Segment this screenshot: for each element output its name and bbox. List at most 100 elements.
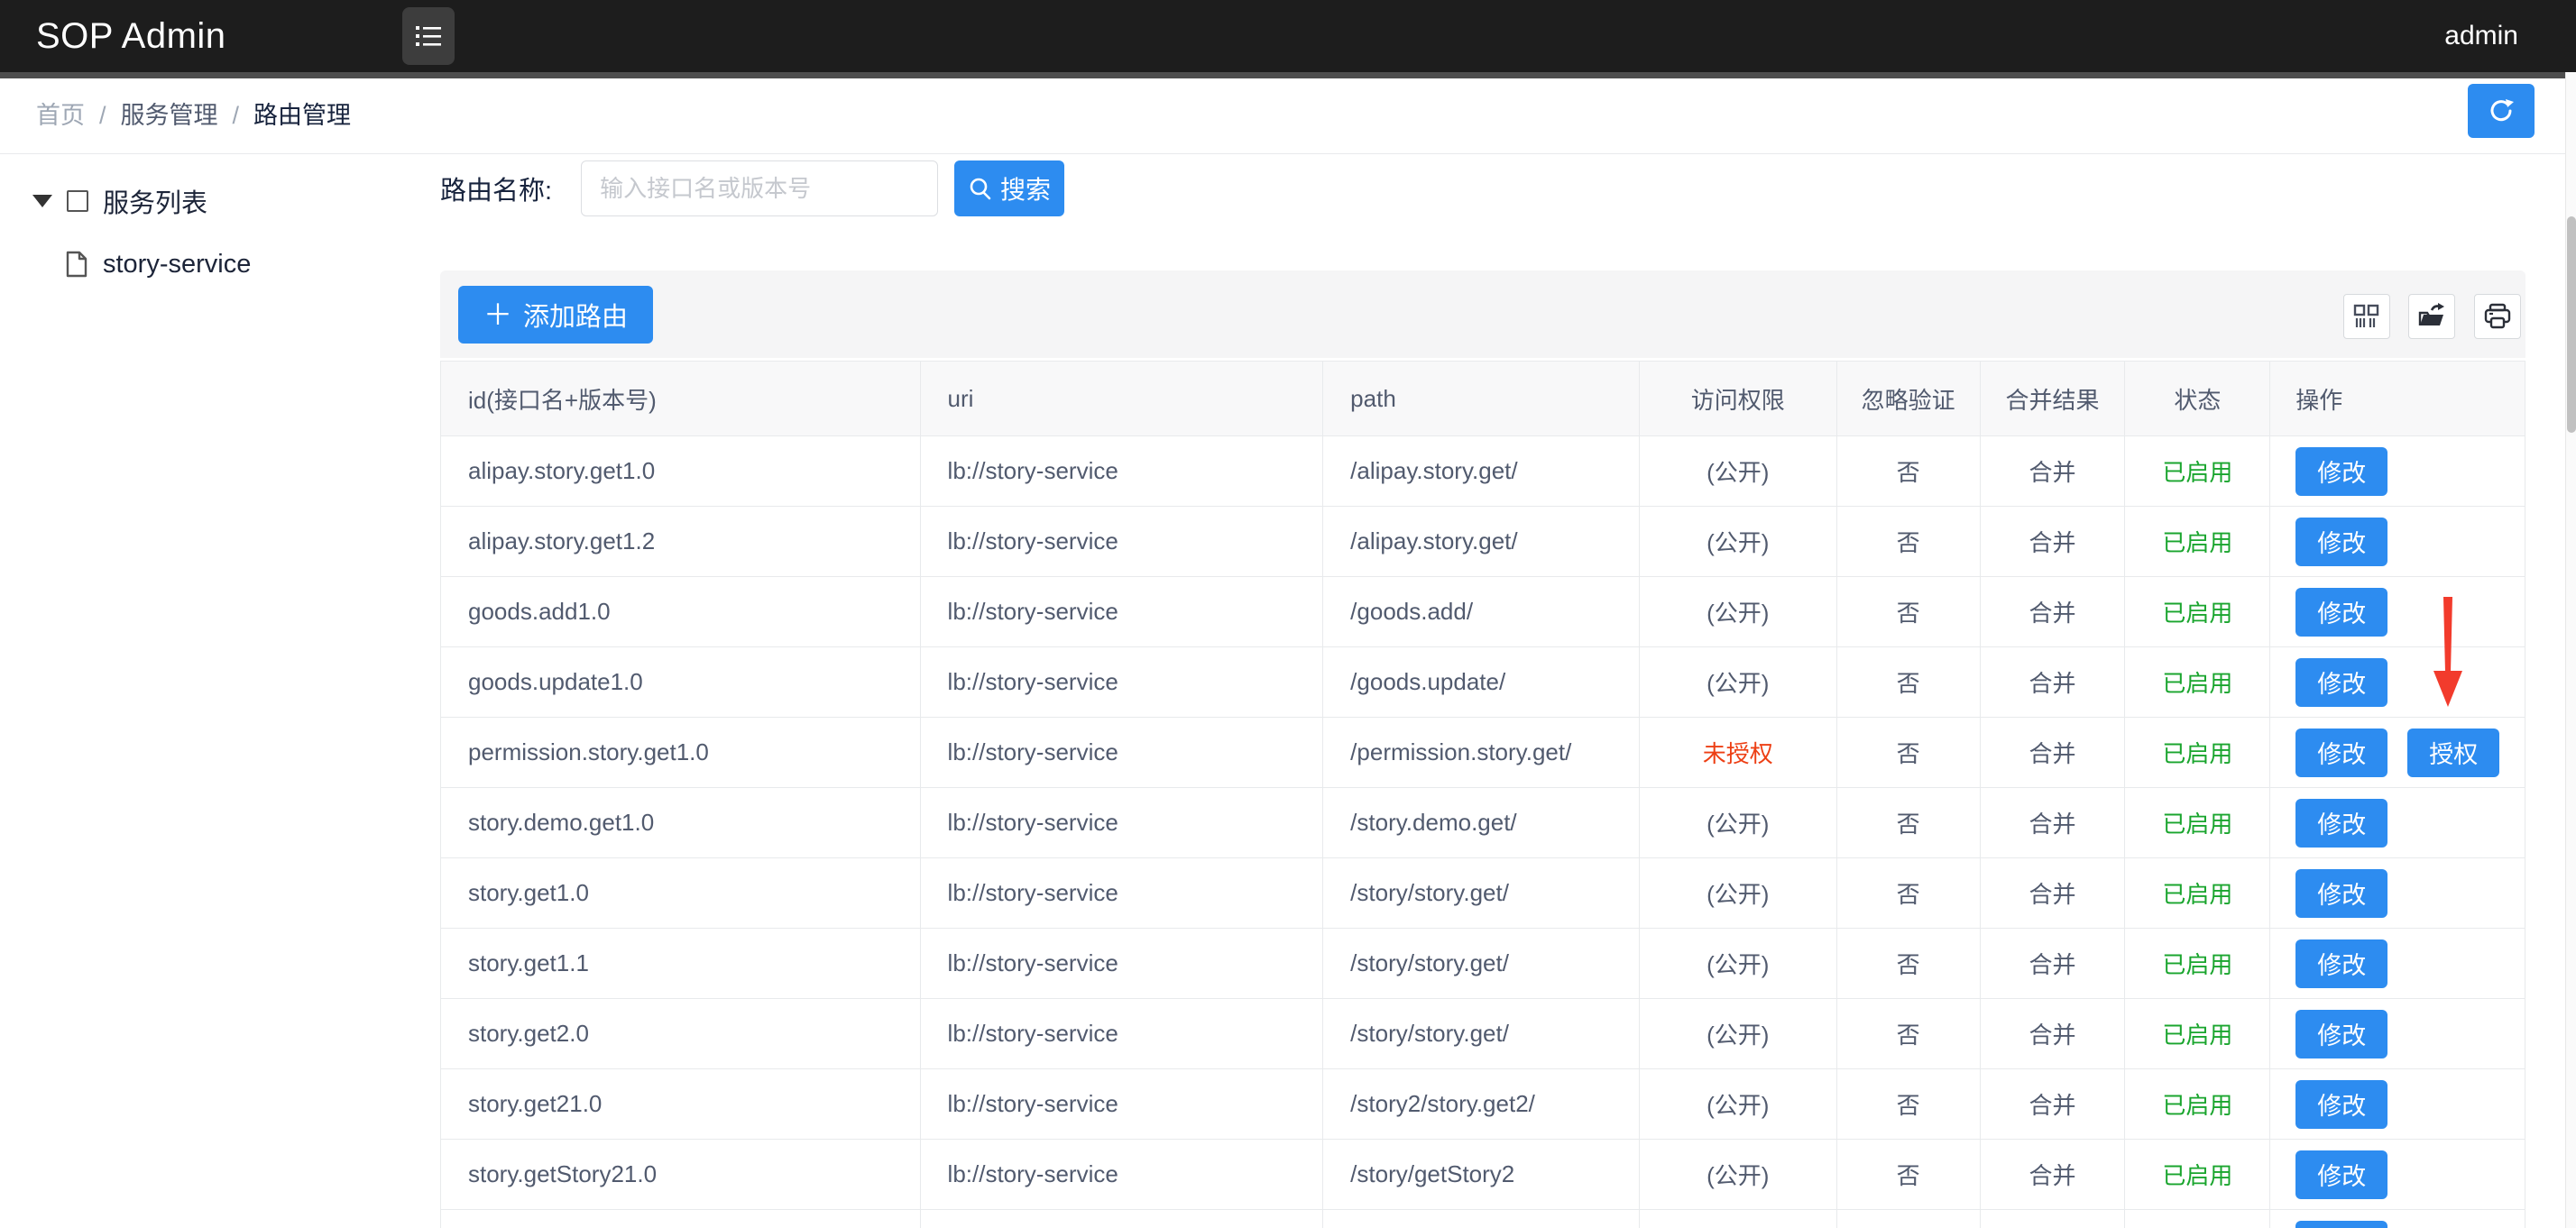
cell-uri: lb://story-service	[921, 1140, 1324, 1209]
cell-merge_result: 合并	[1981, 507, 2126, 576]
table-row: alipay.story.get1.2lb://story-service/al…	[441, 506, 2525, 576]
cell-ignore_validate: 否	[1837, 577, 1981, 646]
cell-id: story.getStory21.0	[441, 1140, 921, 1209]
cell-path: /story/getStory2	[1323, 1140, 1640, 1209]
cell-text-status: 已启用	[2162, 806, 2232, 839]
modify-button[interactable]: 修改	[2295, 1010, 2387, 1058]
print-icon	[2482, 301, 2513, 332]
cell-ignore_validate: 否	[1837, 1140, 1981, 1209]
route-name-input[interactable]	[581, 160, 938, 216]
cell-actions: 修改	[2270, 577, 2525, 646]
cell-uri: lb://story-service	[921, 507, 1324, 576]
cell-text-merge_result: 合并	[2029, 525, 2075, 558]
cell-status: 已启用	[2125, 647, 2270, 717]
search-button-label: 搜索	[1000, 170, 1051, 206]
modify-button[interactable]: 修改	[2295, 1221, 2387, 1228]
cell-text-id: story.get21.0	[468, 1090, 602, 1118]
cell-uri: lb://story-service	[921, 577, 1324, 646]
cell-text-status: 已启用	[2162, 595, 2232, 628]
cell-id: goods.add1.0	[441, 577, 921, 646]
cell-text-path: /goods.update/	[1350, 668, 1505, 696]
breadcrumb-home[interactable]: 首页	[36, 102, 85, 129]
cell-text-ignore_validate: 否	[1897, 1158, 1920, 1191]
modify-button[interactable]: 修改	[2295, 518, 2387, 566]
cell-text-status: 已启用	[2162, 947, 2232, 980]
cell-text-id: story.get1.0	[468, 879, 589, 907]
cell-status: 已启用	[2125, 507, 2270, 576]
table-row: story.demo.get1.0lb://story-service/stor…	[441, 787, 2525, 857]
breadcrumb-service-mgmt[interactable]: 服务管理	[121, 102, 218, 129]
cell-merge_result: 合并	[1981, 436, 2126, 506]
cell-text-id: story.get1.1	[468, 949, 589, 977]
cell-uri	[921, 1210, 1324, 1228]
tree-node-service-list[interactable]: 服务列表	[0, 176, 440, 226]
modify-button[interactable]: 修改	[2295, 1080, 2387, 1129]
cell-text-permission: (公开)	[1707, 947, 1769, 980]
cell-actions: 修改	[2270, 1069, 2525, 1139]
square-icon	[67, 190, 88, 212]
cell-uri: lb://story-service	[921, 999, 1324, 1068]
column-header-actions: 操作	[2270, 362, 2525, 435]
cell-text-id: goods.update1.0	[468, 668, 643, 696]
cell-text-path: /alipay.story.get/	[1350, 527, 1517, 555]
modify-button[interactable]: 修改	[2295, 1150, 2387, 1199]
modify-button[interactable]: 修改	[2295, 729, 2387, 777]
cell-text-uri: lb://story-service	[948, 879, 1118, 907]
cell-text-ignore_validate: 否	[1897, 665, 1920, 699]
cell-text-id: alipay.story.get1.0	[468, 457, 655, 485]
cell-status: 已启用	[2125, 929, 2270, 998]
cell-uri: lb://story-service	[921, 788, 1324, 857]
cell-actions: 修改	[2270, 1140, 2525, 1209]
print-button[interactable]	[2474, 294, 2521, 339]
cell-text-permission: (公开)	[1707, 1017, 1769, 1050]
cell-text-merge_result: 合并	[2029, 736, 2075, 769]
file-icon	[65, 251, 88, 278]
refresh-button[interactable]	[2468, 84, 2535, 138]
cell-text-merge_result: 合并	[2029, 1158, 2075, 1191]
cell-text-id: story.getStory21.0	[468, 1160, 657, 1188]
collapse-menu-button[interactable]	[402, 7, 455, 65]
scrollbar-thumb[interactable]	[2567, 216, 2576, 433]
tree-node-label: 服务列表	[103, 182, 207, 220]
cell-text-ignore_validate: 否	[1897, 1017, 1920, 1050]
modify-button[interactable]: 修改	[2295, 588, 2387, 637]
cell-text-merge_result: 合并	[2029, 665, 2075, 699]
cell-id: story.demo.get1.0	[441, 788, 921, 857]
tree-node-story-service[interactable]: story-service	[0, 239, 440, 289]
export-button[interactable]	[2408, 294, 2455, 339]
modify-button[interactable]: 修改	[2295, 799, 2387, 848]
cell-permission: (公开)	[1640, 1069, 1837, 1139]
cell-status: 已启用	[2125, 999, 2270, 1068]
modify-button[interactable]: 修改	[2295, 939, 2387, 988]
cell-actions: 修改授权	[2270, 718, 2525, 787]
columns-setting-button[interactable]	[2343, 294, 2390, 339]
cell-text-status: 已启用	[2162, 454, 2232, 488]
modify-button[interactable]: 修改	[2295, 869, 2387, 918]
cell-text-ignore_validate: 否	[1897, 806, 1920, 839]
cell-status: 已启用	[2125, 577, 2270, 646]
table-row: story.getStory21.0 lb://story-service/sto…	[441, 1139, 2525, 1209]
modify-button[interactable]: 修改	[2295, 447, 2387, 496]
cell-text-ignore_validate: 否	[1897, 876, 1920, 910]
header-shadow	[0, 72, 2565, 78]
caret-down-icon[interactable]	[32, 195, 52, 207]
search-button[interactable]: 搜索	[954, 160, 1064, 216]
cell-text-id: story.get2.0	[468, 1020, 589, 1048]
cell-ignore_validate: 否	[1837, 647, 1981, 717]
user-menu[interactable]: admin	[2444, 0, 2518, 72]
table-row: 已启用修改	[441, 1209, 2525, 1228]
add-route-button[interactable]: ＋ 添加路由	[458, 286, 653, 344]
cell-text-status: 已启用	[2162, 1158, 2232, 1191]
column-header-uri: uri	[921, 362, 1324, 435]
cell-id: alipay.story.get1.2	[441, 507, 921, 576]
modify-button[interactable]: 修改	[2295, 658, 2387, 707]
authorize-button[interactable]: 授权	[2407, 729, 2499, 777]
cell-text-uri: lb://story-service	[948, 668, 1118, 696]
cell-uri: lb://story-service	[921, 1069, 1324, 1139]
cell-path: /story2/story.get2/	[1323, 1069, 1640, 1139]
cell-path: /story/story.get/	[1323, 929, 1640, 998]
cell-text-ignore_validate: 否	[1897, 454, 1920, 488]
cell-status: 已启用	[2125, 858, 2270, 928]
cell-permission	[1640, 1210, 1837, 1228]
cell-merge_result: 合并	[1981, 647, 2126, 717]
